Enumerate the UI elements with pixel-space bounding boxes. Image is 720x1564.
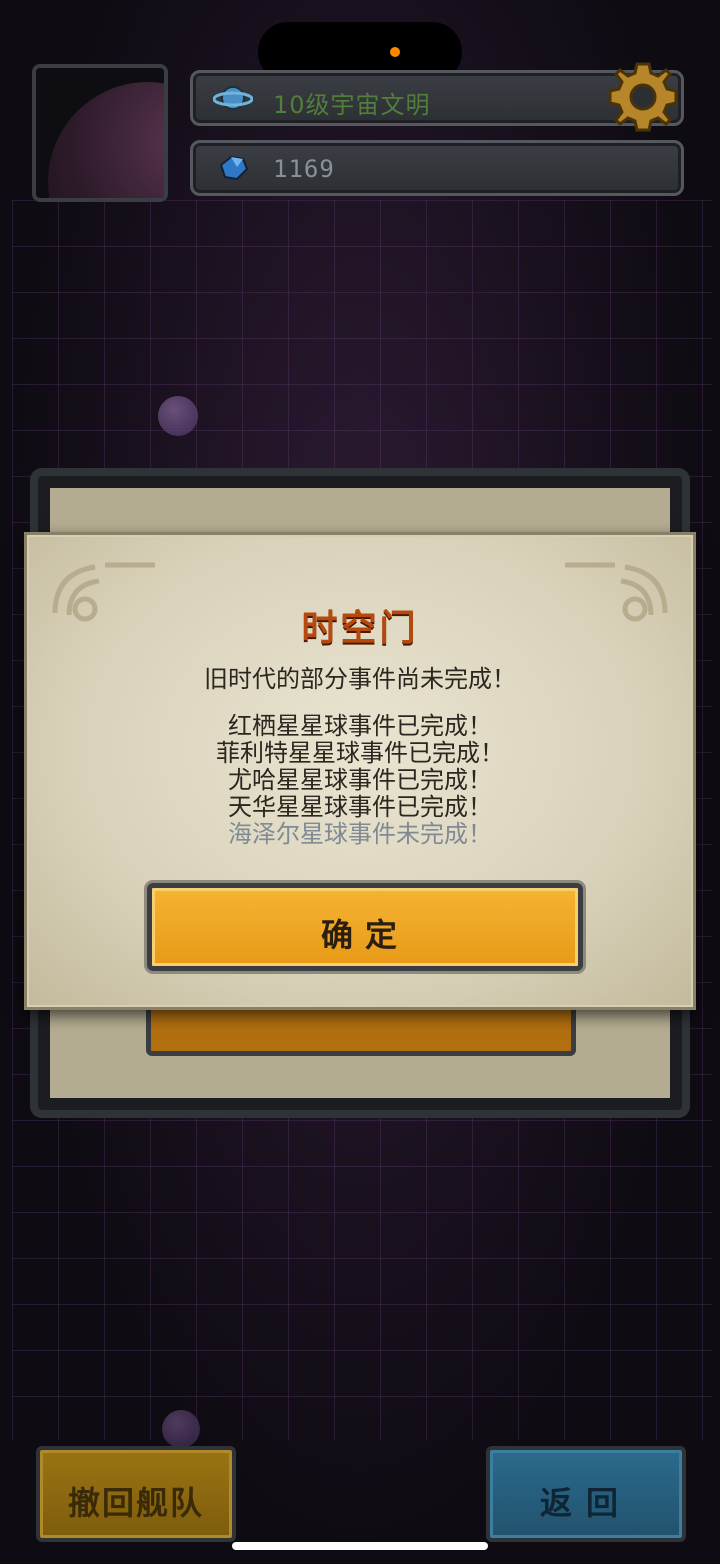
recall-fleet-label: 撤回舰队 [67,1484,204,1522]
dialog-subtitle: 旧时代的部分事件尚未完成！ [204,665,516,693]
home-planet-avatar[interactable] [32,64,168,202]
gear-icon[interactable] [606,60,680,134]
confirm-button-label: 确定 [320,916,409,954]
back-button[interactable]: 返回 [486,1446,686,1542]
confirm-button[interactable]: 确定 [147,883,583,971]
crystal-count: 1169 [273,155,335,183]
recall-fleet-button[interactable]: 撤回舰队 [36,1446,236,1542]
event-item: 红栖星星球事件已完成！ [228,712,492,740]
back-button-label: 返回 [539,1484,632,1522]
crystal-resource-bar: 1169 [190,140,684,196]
map-planet-marker[interactable] [162,1410,200,1448]
event-item: 天华星星球事件已完成！ [228,793,492,821]
game-screen: 10级宇宙文明 1169 时空门 旧时代的部分事件尚未完成！ 红栖星星球事件已完… [0,0,720,1564]
home-indicator[interactable] [232,1542,488,1550]
status-indicator-dot [390,47,400,57]
spacetime-gate-dialog: 时空门 旧时代的部分事件尚未完成！ 红栖星星球事件已完成！ 菲利特星星球事件已完… [24,532,696,1010]
map-planet-marker[interactable] [158,396,198,436]
event-item: 菲利特星星球事件已完成！ [216,739,504,767]
event-status-list: 红栖星星球事件已完成！ 菲利特星星球事件已完成！ 尤哈星星球事件已完成！ 天华星… [27,713,693,848]
event-item-incomplete: 海泽尔星球事件未完成！ [228,820,492,848]
planet-icon [213,86,253,110]
event-item: 尤哈星星球事件已完成！ [228,766,492,794]
crystal-icon [219,155,249,181]
dialog-title: 时空门 [301,608,419,649]
civilization-level-text: 10级宇宙文明 [273,91,431,119]
planet-image [48,82,164,198]
